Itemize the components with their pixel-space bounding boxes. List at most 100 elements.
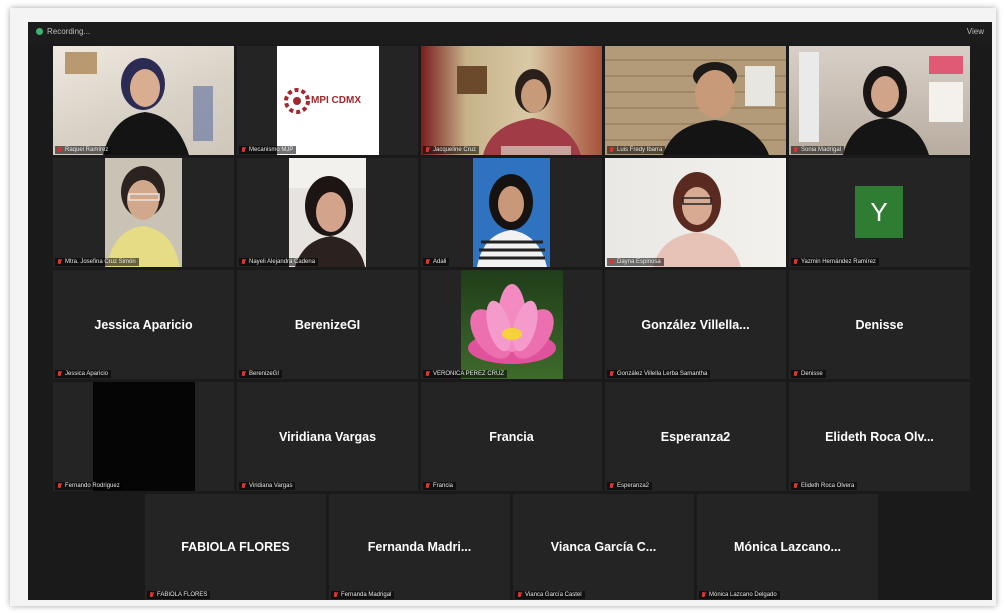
participant-tile[interactable]: Mónica Lazcano... Mónica Lazcano Delgado: [697, 494, 878, 600]
participant-label: Vianca García Castel: [515, 591, 585, 599]
video-feed: [93, 382, 195, 491]
participant-label: Jessica Aparicio: [55, 370, 112, 378]
participant-tile[interactable]: VERONICA PEREZ CRUZ: [421, 270, 602, 379]
video-feed: [605, 158, 786, 267]
participant-name: VERONICA PEREZ CRUZ: [433, 371, 505, 377]
participant-name: Denisse: [801, 371, 823, 377]
participant-name: Mecanismo MJP: [249, 147, 294, 153]
person-silhouette: [457, 66, 581, 155]
logo-feed: MPI CDMX: [277, 46, 379, 155]
video-feed: [789, 46, 970, 155]
participant-name: Yazmin Hernández Ramírez: [801, 259, 876, 265]
participant-tile[interactable]: Sonia Madrigal: [789, 46, 970, 155]
person-silhouette: [289, 158, 366, 267]
participant-tile[interactable]: Denisse Denisse: [789, 270, 970, 379]
muted-mic-icon: [425, 259, 430, 265]
participant-label: FABIOLA FLORES: [147, 591, 211, 599]
participant-tile[interactable]: Fernando Rodriguez: [53, 382, 234, 491]
avatar: Y: [855, 186, 903, 238]
participant-label: Fernando Rodriguez: [55, 482, 123, 490]
person-silhouette: [107, 166, 180, 267]
participant-label: Viridiana Vargas: [239, 482, 296, 490]
participant-name: Mtra. Josefina Cruz Simón: [65, 259, 136, 265]
participant-label: Sonia Madrigal: [791, 146, 845, 154]
participant-name: FABIOLA FLORES: [157, 592, 208, 598]
participant-display-name: Vianca García C...: [550, 540, 657, 554]
participant-label: VERONICA PEREZ CRUZ: [423, 370, 508, 378]
muted-mic-icon: [149, 592, 154, 598]
participant-name: Fernanda Madrigal: [341, 592, 392, 598]
muted-mic-icon: [425, 483, 430, 489]
muted-mic-icon: [609, 371, 614, 377]
participant-label: Raquel Ramírez: [55, 146, 112, 154]
recording-label: Recording...: [47, 27, 91, 36]
logo-text: MPI CDMX: [311, 95, 361, 106]
participant-tile[interactable]: FABIOLA FLORES FABIOLA FLORES: [145, 494, 326, 600]
participant-display-name: Fernanda Madri...: [367, 540, 472, 554]
participant-label: Mecanismo MJP: [239, 146, 297, 154]
participant-name: Francia: [433, 483, 454, 489]
participant-name: Luis Fredy Ibarra: [617, 147, 663, 153]
participant-tile[interactable]: Vianca García C... Vianca García Castel: [513, 494, 694, 600]
lotus-flower-icon: [468, 284, 556, 364]
participant-display-name: Francia: [489, 429, 534, 444]
participant-tile[interactable]: Raquel Ramírez: [53, 46, 234, 155]
participant-tile[interactable]: Jessica Aparicio Jessica Aparicio: [53, 270, 234, 379]
participant-display-name: Esperanza2: [660, 429, 731, 444]
participant-tile[interactable]: Dayna Espinosa: [605, 158, 786, 267]
participant-name: Viridiana Vargas: [249, 483, 293, 489]
participant-tile[interactable]: Y Yazmin Hernández Ramírez: [789, 158, 970, 267]
view-button[interactable]: View: [967, 27, 984, 36]
person-silhouette: [477, 174, 547, 267]
participant-tile[interactable]: BerenizeGI BerenizeGI: [237, 270, 418, 379]
video-feed: [53, 46, 234, 155]
muted-mic-icon: [793, 147, 798, 153]
muted-mic-icon: [425, 371, 430, 377]
participant-tile[interactable]: Esperanza2 Esperanza2: [605, 382, 786, 491]
participant-label: Nayeli Alejandra Cadena: [239, 258, 319, 266]
participant-tile[interactable]: Fernanda Madri... Fernanda Madrigal: [329, 494, 510, 600]
participant-name: Nayeli Alejandra Cadena: [249, 259, 316, 265]
participant-tile[interactable]: Nayeli Alejandra Cadena: [237, 158, 418, 267]
participant-label: BerenizeGI: [239, 370, 283, 378]
participant-tile[interactable]: Francia Francia: [421, 382, 602, 491]
participant-display-name: Elideth Roca Olv...: [825, 429, 934, 444]
muted-mic-icon: [517, 592, 522, 598]
participant-tile[interactable]: González Villella... González Villella L…: [605, 270, 786, 379]
person-silhouette: [799, 52, 963, 155]
video-feed: [421, 46, 602, 155]
muted-mic-icon: [57, 483, 62, 489]
muted-mic-icon: [241, 147, 246, 153]
participant-display-name: FABIOLA FLORES: [181, 540, 290, 554]
muted-mic-icon: [241, 259, 246, 265]
video-feed: [289, 158, 366, 267]
person-silhouette: [653, 172, 741, 267]
muted-mic-icon: [609, 483, 614, 489]
participant-name: Raquel Ramírez: [65, 147, 109, 153]
participant-display-name: Mónica Lazcano...: [734, 540, 841, 554]
participant-tile[interactable]: Adali: [421, 158, 602, 267]
participant-tile-active-speaker[interactable]: Luis Fredy Ibarra: [605, 46, 786, 155]
participant-name: Fernando Rodriguez: [65, 483, 120, 489]
participant-name: Elideth Roca Olvera: [801, 483, 855, 489]
top-bar: Recording... View: [28, 22, 992, 44]
participant-label: Luis Fredy Ibarra: [607, 146, 666, 154]
muted-mic-icon: [57, 371, 62, 377]
participant-tile[interactable]: Mtra. Josefina Cruz Simón: [53, 158, 234, 267]
person-silhouette: [663, 62, 775, 155]
muted-mic-icon: [609, 147, 614, 153]
participant-name: Jessica Aparicio: [65, 371, 109, 377]
participant-label: Yazmin Hernández Ramírez: [791, 258, 879, 266]
participant-tile[interactable]: Elideth Roca Olv... Elideth Roca Olvera: [789, 382, 970, 491]
participant-label: Elideth Roca Olvera: [791, 482, 858, 490]
participant-name: Dayna Espinosa: [617, 259, 661, 265]
participant-label: Adali: [423, 258, 450, 266]
participant-tile[interactable]: MPI CDMX Mecanismo MJP: [237, 46, 418, 155]
participant-name: BerenizeGI: [249, 371, 280, 377]
participant-tile[interactable]: Jacqueline Cruz: [421, 46, 602, 155]
participant-label: Mtra. Josefina Cruz Simón: [55, 258, 139, 266]
participant-display-name: Viridiana Vargas: [278, 429, 377, 444]
participant-label: Fernanda Madrigal: [331, 591, 395, 599]
participant-tile[interactable]: Viridiana Vargas Viridiana Vargas: [237, 382, 418, 491]
participant-display-name: González Villella...: [641, 317, 750, 332]
